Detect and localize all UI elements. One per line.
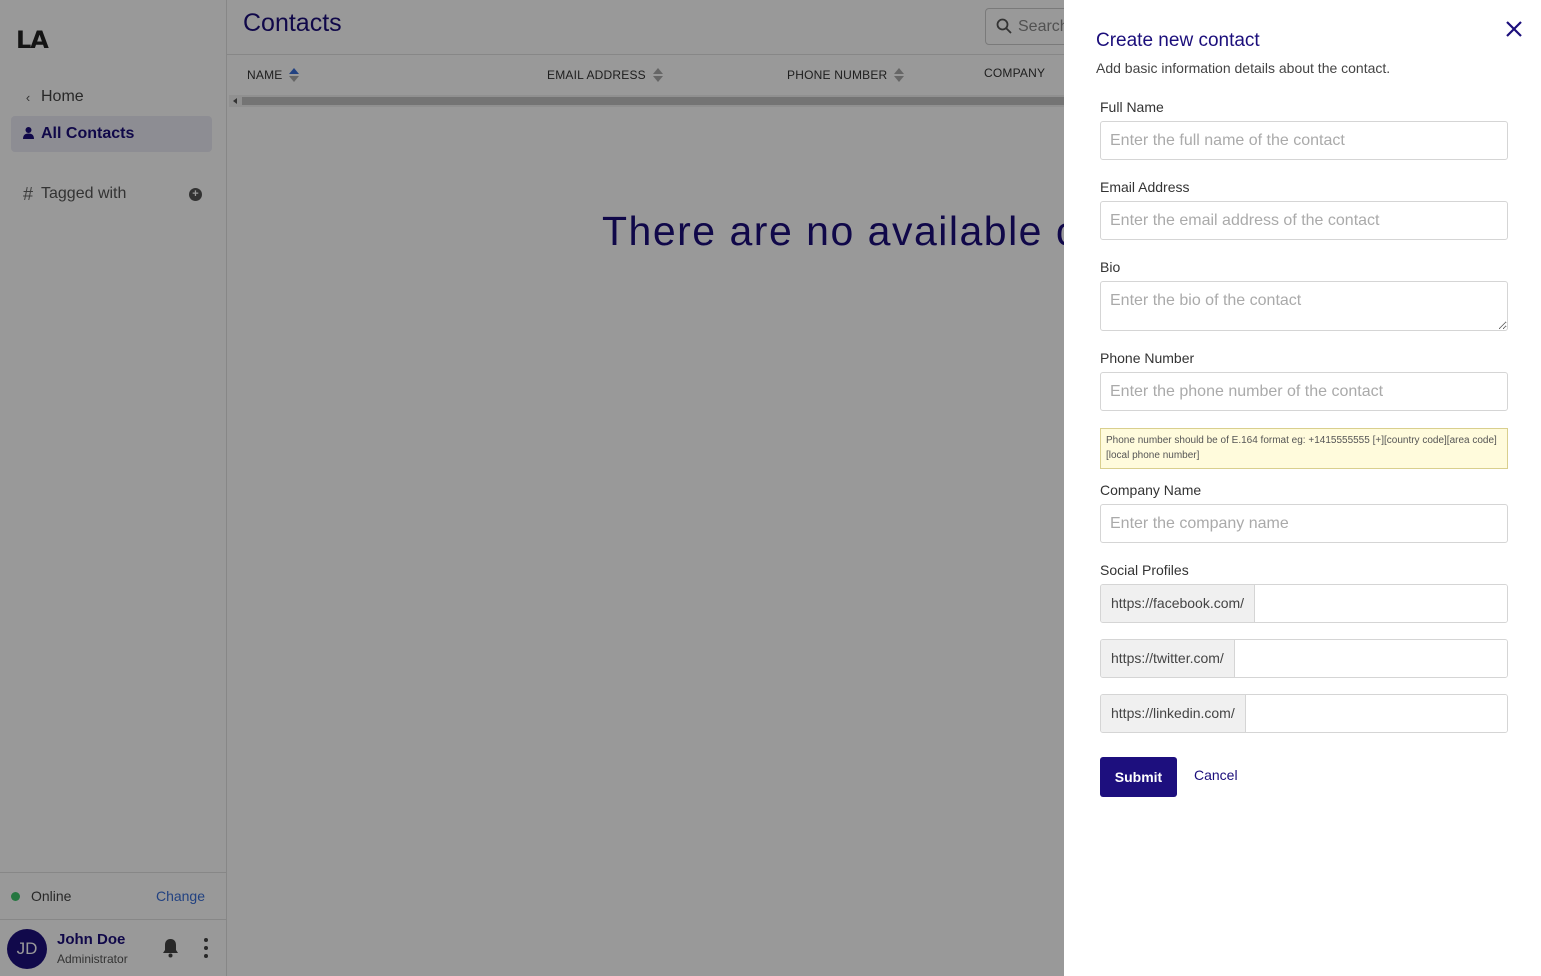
facebook-prefix: https://facebook.com/ (1101, 585, 1256, 622)
bio-field[interactable] (1100, 281, 1508, 331)
company-field[interactable] (1100, 504, 1508, 543)
create-contact-pane: Create new contact Add basic information… (1064, 0, 1541, 976)
linkedin-input[interactable] (1245, 695, 1507, 732)
linkedin-field[interactable]: https://linkedin.com/ (1100, 694, 1508, 733)
twitter-prefix: https://twitter.com/ (1101, 640, 1235, 677)
twitter-input[interactable] (1234, 640, 1507, 677)
modal-backdrop[interactable] (0, 0, 1064, 976)
twitter-field[interactable]: https://twitter.com/ (1100, 639, 1508, 678)
linkedin-prefix: https://linkedin.com/ (1101, 695, 1246, 732)
full-name-label: Full Name (1100, 99, 1164, 115)
phone-format-hint: Phone number should be of E.164 format e… (1100, 428, 1508, 469)
phone-field[interactable] (1100, 372, 1508, 411)
facebook-field[interactable]: https://facebook.com/ (1100, 584, 1508, 623)
social-profiles-label: Social Profiles (1100, 562, 1189, 578)
submit-button[interactable]: Submit (1100, 757, 1177, 797)
email-label: Email Address (1100, 179, 1190, 195)
phone-label: Phone Number (1100, 350, 1195, 366)
email-field[interactable] (1100, 201, 1508, 240)
pane-subtitle: Add basic information details about the … (1096, 60, 1391, 76)
full-name-field[interactable] (1100, 121, 1508, 160)
cancel-button[interactable]: Cancel (1194, 767, 1238, 783)
bio-label: Bio (1100, 259, 1121, 275)
close-icon[interactable] (1504, 19, 1524, 39)
facebook-input[interactable] (1255, 585, 1507, 622)
company-label: Company Name (1100, 482, 1202, 498)
pane-title: Create new contact (1096, 30, 1260, 51)
